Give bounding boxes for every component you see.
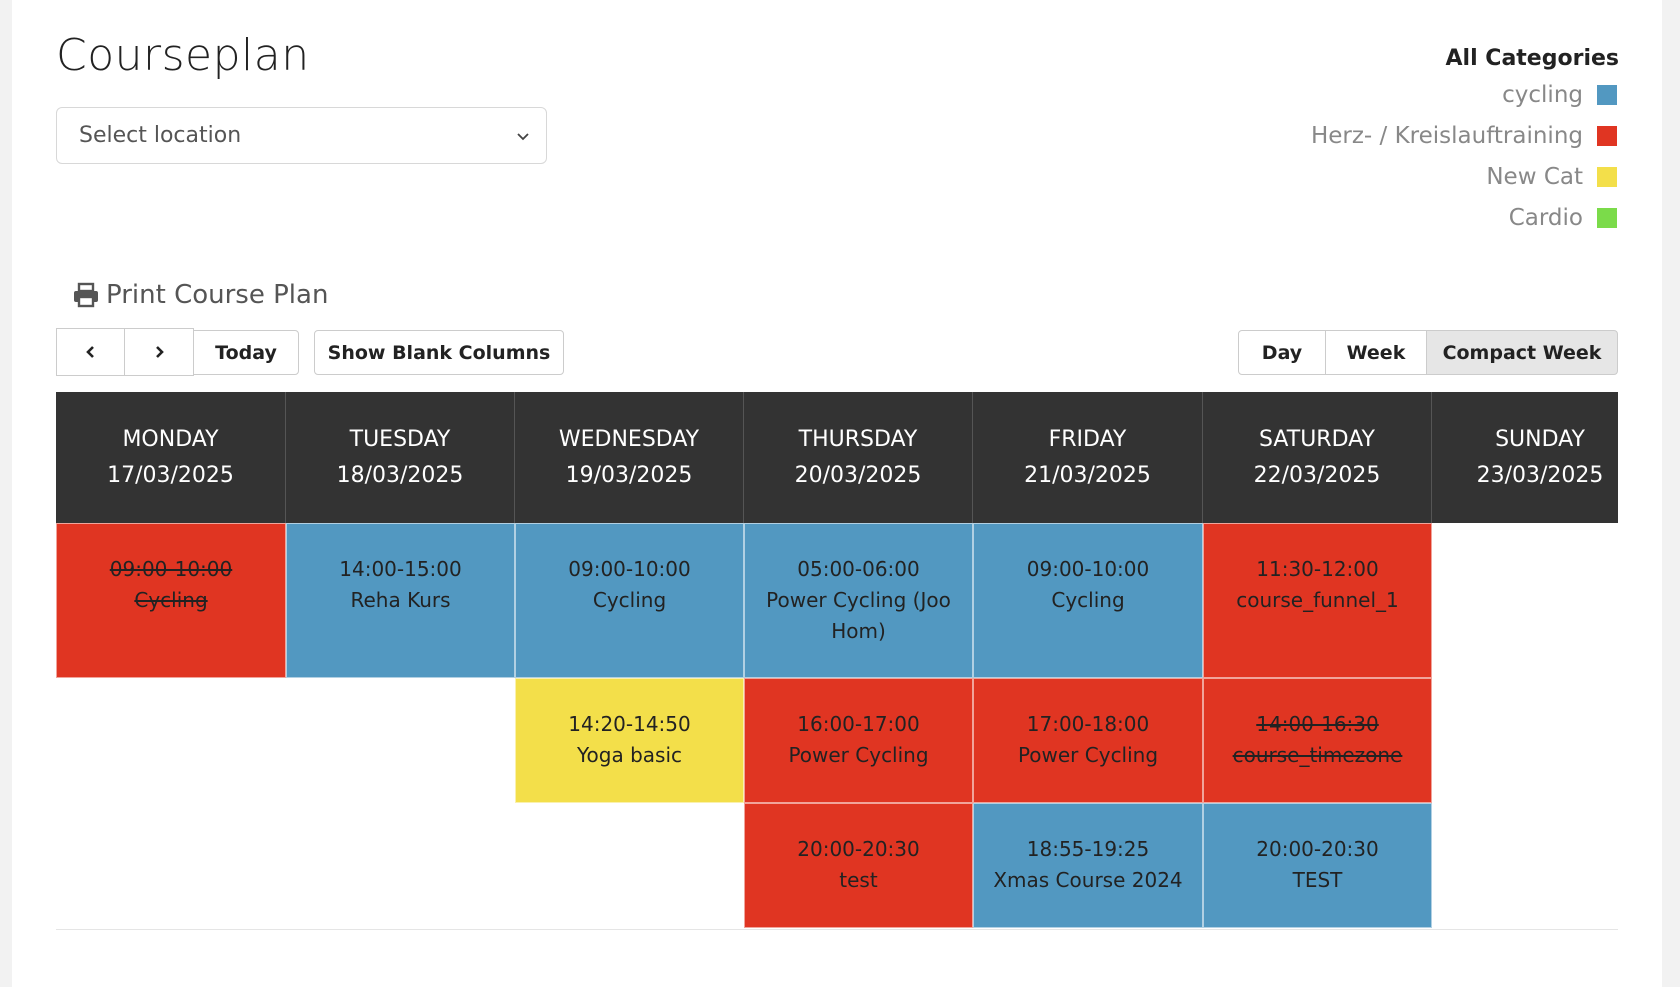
event-name: course_funnel_1 xyxy=(1236,588,1399,612)
course-event[interactable]: 17:00-18:00 Power Cycling xyxy=(973,678,1203,803)
legend-swatch xyxy=(1597,166,1617,187)
event-name: Power Cycling xyxy=(788,743,929,767)
chevron-right-icon xyxy=(156,346,164,358)
view-day-button[interactable]: Day xyxy=(1238,330,1326,375)
course-event[interactable]: 09:00-10:00 Cycling xyxy=(973,523,1203,678)
day-header-tuesday: TUESDAY 18/03/2025 xyxy=(286,392,515,523)
day-date: 17/03/2025 xyxy=(107,463,234,488)
location-select-value: Select location xyxy=(79,123,242,148)
event-name: Power Cycling xyxy=(1017,743,1159,767)
event-name: Yoga basic xyxy=(576,743,683,767)
today-button[interactable]: Today xyxy=(193,330,299,375)
course-event[interactable]: 05:00-06:00 Power Cycling (Joo Hom) xyxy=(744,523,973,678)
day-header-monday: MONDAY 17/03/2025 xyxy=(56,392,286,523)
event-time: 09:00-10:00 xyxy=(568,557,691,581)
course-event[interactable]: 14:00-15:00 Reha Kurs xyxy=(286,523,515,678)
course-event[interactable]: 20:00-20:30 TEST xyxy=(1203,803,1432,928)
legend-item-herz-kreislauftraining[interactable]: Herz- / Kreislauftraining xyxy=(1311,115,1619,156)
legend-label: Herz- / Kreislauftraining xyxy=(1310,122,1583,149)
event-time: 20:00-20:30 xyxy=(797,837,920,861)
print-label: Print Course Plan xyxy=(106,280,329,310)
print-course-plan-link[interactable]: Print Course Plan xyxy=(72,280,328,310)
course-event[interactable]: 14:00-16:30 course_timezone xyxy=(1203,678,1432,803)
event-name: Cycling xyxy=(134,588,208,612)
day-header-friday: FRIDAY 21/03/2025 xyxy=(973,392,1203,523)
event-name: Cycling xyxy=(1051,588,1125,612)
day-name: THURSDAY xyxy=(798,427,918,452)
legend-label: cycling xyxy=(1502,81,1583,108)
day-name: SUNDAY xyxy=(1495,427,1585,452)
legend-swatch xyxy=(1597,125,1617,146)
day-date: 23/03/2025 xyxy=(1476,463,1604,488)
printer-icon xyxy=(74,282,98,308)
course-event[interactable]: 14:20-14:50 Yoga basic xyxy=(515,678,744,803)
page-title: Courseplan xyxy=(56,30,310,81)
chevron-down-icon xyxy=(517,133,529,141)
course-event[interactable]: 11:30-12:00 course_funnel_1 xyxy=(1203,523,1432,678)
day-header-wednesday: WEDNESDAY 19/03/2025 xyxy=(515,392,744,523)
day-date: 21/03/2025 xyxy=(1024,463,1151,488)
day-date: 18/03/2025 xyxy=(336,463,464,488)
day-header-thursday: THURSDAY 20/03/2025 xyxy=(744,392,973,523)
day-name: SATURDAY xyxy=(1259,427,1375,452)
event-time: 14:00-15:00 xyxy=(339,557,462,581)
chevron-left-icon xyxy=(85,346,94,358)
legend-label: Cardio xyxy=(1508,204,1583,231)
day-name: TUESDAY xyxy=(349,427,451,452)
course-event[interactable]: 18:55-19:25 Xmas Course 2024 xyxy=(973,803,1203,928)
legend-item-new-cat[interactable]: New Cat xyxy=(1311,156,1619,197)
course-event[interactable]: 09:00-10:00 Cycling xyxy=(515,523,744,678)
day-date: 22/03/2025 xyxy=(1253,463,1381,488)
show-blank-columns-button[interactable]: Show Blank Columns xyxy=(314,330,564,375)
view-compact-week-button[interactable]: Compact Week xyxy=(1426,330,1618,375)
day-header-saturday: SATURDAY 22/03/2025 xyxy=(1203,392,1432,523)
event-time: 14:20-14:50 xyxy=(568,712,691,736)
event-time: 09:00-10:00 xyxy=(109,557,233,581)
event-time: 20:00-20:30 xyxy=(1256,837,1379,861)
event-time: 09:00-10:00 xyxy=(1026,557,1150,581)
course-plan-grid: MONDAY 17/03/2025 TUESDAY 18/03/2025 WED… xyxy=(56,392,1618,930)
event-name: TEST xyxy=(1292,868,1343,892)
event-name: Power Cycling (Joo Hom) xyxy=(766,588,951,643)
day-date: 20/03/2025 xyxy=(794,463,922,488)
legend-swatch xyxy=(1597,207,1617,228)
day-date: 19/03/2025 xyxy=(565,463,693,488)
course-event[interactable]: 20:00-20:30 test xyxy=(744,803,973,928)
event-time: 14:00-16:30 xyxy=(1256,712,1379,736)
event-time: 17:00-18:00 xyxy=(1026,712,1150,736)
event-name: Cycling xyxy=(592,588,667,612)
event-time: 18:55-19:25 xyxy=(1026,837,1150,861)
legend-item-cardio[interactable]: Cardio xyxy=(1311,197,1619,238)
prev-week-button[interactable] xyxy=(56,328,125,376)
event-name: Xmas Course 2024 xyxy=(993,868,1183,892)
event-time: 11:30-12:00 xyxy=(1256,557,1379,581)
location-select[interactable]: Select location xyxy=(56,107,547,164)
legend-item-cycling[interactable]: cycling xyxy=(1311,74,1619,115)
category-legend: All Categories cycling Herz- / Kreislauf… xyxy=(1311,44,1619,238)
event-name: Reha Kurs xyxy=(350,588,451,612)
legend-label: New Cat xyxy=(1486,163,1583,190)
course-event[interactable]: 09:00-10:00 Cycling xyxy=(56,523,286,678)
legend-swatch xyxy=(1597,84,1617,105)
event-name: course_timezone xyxy=(1232,743,1403,767)
event-time: 16:00-17:00 xyxy=(797,712,920,736)
day-name: MONDAY xyxy=(122,427,219,452)
view-week-button[interactable]: Week xyxy=(1325,330,1427,375)
day-header-sunday: SUNDAY 23/03/2025 xyxy=(1432,392,1618,523)
day-name: WEDNESDAY xyxy=(558,427,700,452)
next-week-button[interactable] xyxy=(124,328,194,376)
event-name: test xyxy=(839,868,878,892)
event-time: 05:00-06:00 xyxy=(797,557,920,581)
legend-title: All Categories xyxy=(1445,46,1619,71)
course-event[interactable]: 16:00-17:00 Power Cycling xyxy=(744,678,973,803)
day-name: FRIDAY xyxy=(1048,427,1127,452)
